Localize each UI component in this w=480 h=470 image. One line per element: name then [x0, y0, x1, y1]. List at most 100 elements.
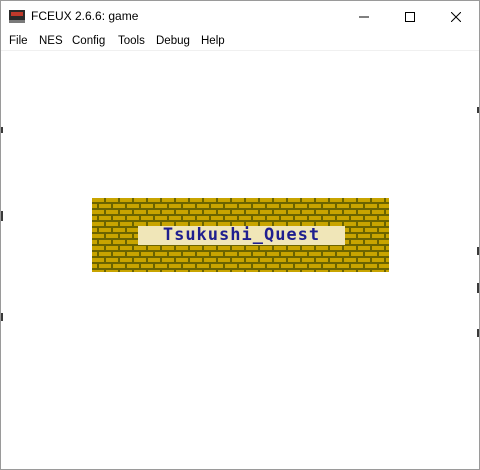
brick	[99, 264, 111, 268]
brick	[162, 210, 174, 214]
brick	[386, 270, 389, 272]
brick	[92, 252, 97, 256]
brick	[120, 270, 132, 272]
brick	[344, 222, 356, 226]
brick	[372, 198, 384, 202]
game-title-text: Tsukushi_Quest	[138, 226, 345, 245]
brick	[211, 252, 223, 256]
brick	[344, 270, 356, 272]
game-screen[interactable]: Tsukushi_Quest	[1, 51, 479, 469]
brick	[288, 258, 300, 262]
brick	[365, 228, 377, 232]
menu-file[interactable]: File	[9, 33, 28, 49]
brick	[372, 258, 384, 262]
brick	[155, 264, 167, 268]
brick	[358, 270, 370, 272]
brick	[218, 246, 230, 250]
brick	[358, 258, 370, 262]
brick	[267, 264, 279, 268]
brick	[274, 270, 286, 272]
brick	[246, 270, 258, 272]
brick	[379, 240, 389, 244]
brick	[169, 216, 181, 220]
brick	[330, 246, 342, 250]
brick	[344, 246, 356, 250]
menu-tools[interactable]: Tools	[118, 33, 145, 49]
brick	[106, 258, 118, 262]
brick	[351, 228, 363, 232]
brick	[295, 264, 307, 268]
brick	[330, 210, 342, 214]
brick	[148, 246, 160, 250]
menu-debug[interactable]: Debug	[156, 33, 190, 49]
brick	[113, 252, 125, 256]
brick	[274, 258, 286, 262]
window-title: FCEUX 2.6.6: game	[31, 9, 139, 23]
menu-help[interactable]: Help	[201, 33, 225, 49]
brick	[330, 258, 342, 262]
brick	[267, 252, 279, 256]
brick	[351, 252, 363, 256]
brick	[134, 246, 146, 250]
brick	[218, 270, 230, 272]
brick	[316, 210, 328, 214]
brick	[183, 216, 195, 220]
minimize-button[interactable]	[341, 1, 387, 32]
brick	[176, 210, 188, 214]
brick	[295, 204, 307, 208]
brick	[113, 228, 125, 232]
brick	[218, 210, 230, 214]
menu-bar: File NES Config Tools Debug Help	[1, 32, 479, 51]
brick	[134, 210, 146, 214]
emulator-window: FCEUX 2.6.6: game File NES Config Tools …	[0, 0, 480, 470]
brick	[260, 270, 272, 272]
brick	[106, 234, 118, 238]
brick	[330, 198, 342, 202]
edge-artifact	[477, 329, 479, 337]
brick	[92, 228, 97, 232]
brick	[351, 240, 363, 244]
brick	[169, 252, 181, 256]
brick	[225, 216, 237, 220]
brick	[358, 210, 370, 214]
brick	[106, 246, 118, 250]
brick	[386, 210, 389, 214]
brick	[162, 246, 174, 250]
edge-artifact	[477, 247, 479, 255]
brick	[190, 210, 202, 214]
brick	[99, 216, 111, 220]
brick	[253, 216, 265, 220]
brick	[239, 252, 251, 256]
brick	[141, 216, 153, 220]
brick	[232, 210, 244, 214]
brick	[190, 246, 202, 250]
brick	[358, 222, 370, 226]
menu-nes[interactable]: NES	[39, 33, 63, 49]
brick	[379, 228, 389, 232]
brick	[323, 252, 335, 256]
brick	[183, 204, 195, 208]
brick	[197, 252, 209, 256]
brick	[141, 204, 153, 208]
brick	[281, 252, 293, 256]
brick	[127, 216, 139, 220]
brick	[379, 252, 389, 256]
brick	[232, 258, 244, 262]
brick	[106, 210, 118, 214]
menu-config[interactable]: Config	[72, 33, 105, 49]
brick	[162, 198, 174, 202]
brick	[155, 216, 167, 220]
close-button[interactable]	[433, 1, 479, 32]
maximize-button[interactable]	[387, 1, 433, 32]
brick	[169, 264, 181, 268]
title-bar[interactable]: FCEUX 2.6.6: game	[1, 1, 479, 32]
brick	[316, 270, 328, 272]
brick	[253, 204, 265, 208]
brick	[113, 204, 125, 208]
brick	[372, 234, 384, 238]
brick	[344, 234, 356, 238]
brick	[232, 246, 244, 250]
brick	[372, 222, 384, 226]
game-title-banner: Tsukushi_Quest	[92, 198, 389, 272]
brick	[127, 252, 139, 256]
